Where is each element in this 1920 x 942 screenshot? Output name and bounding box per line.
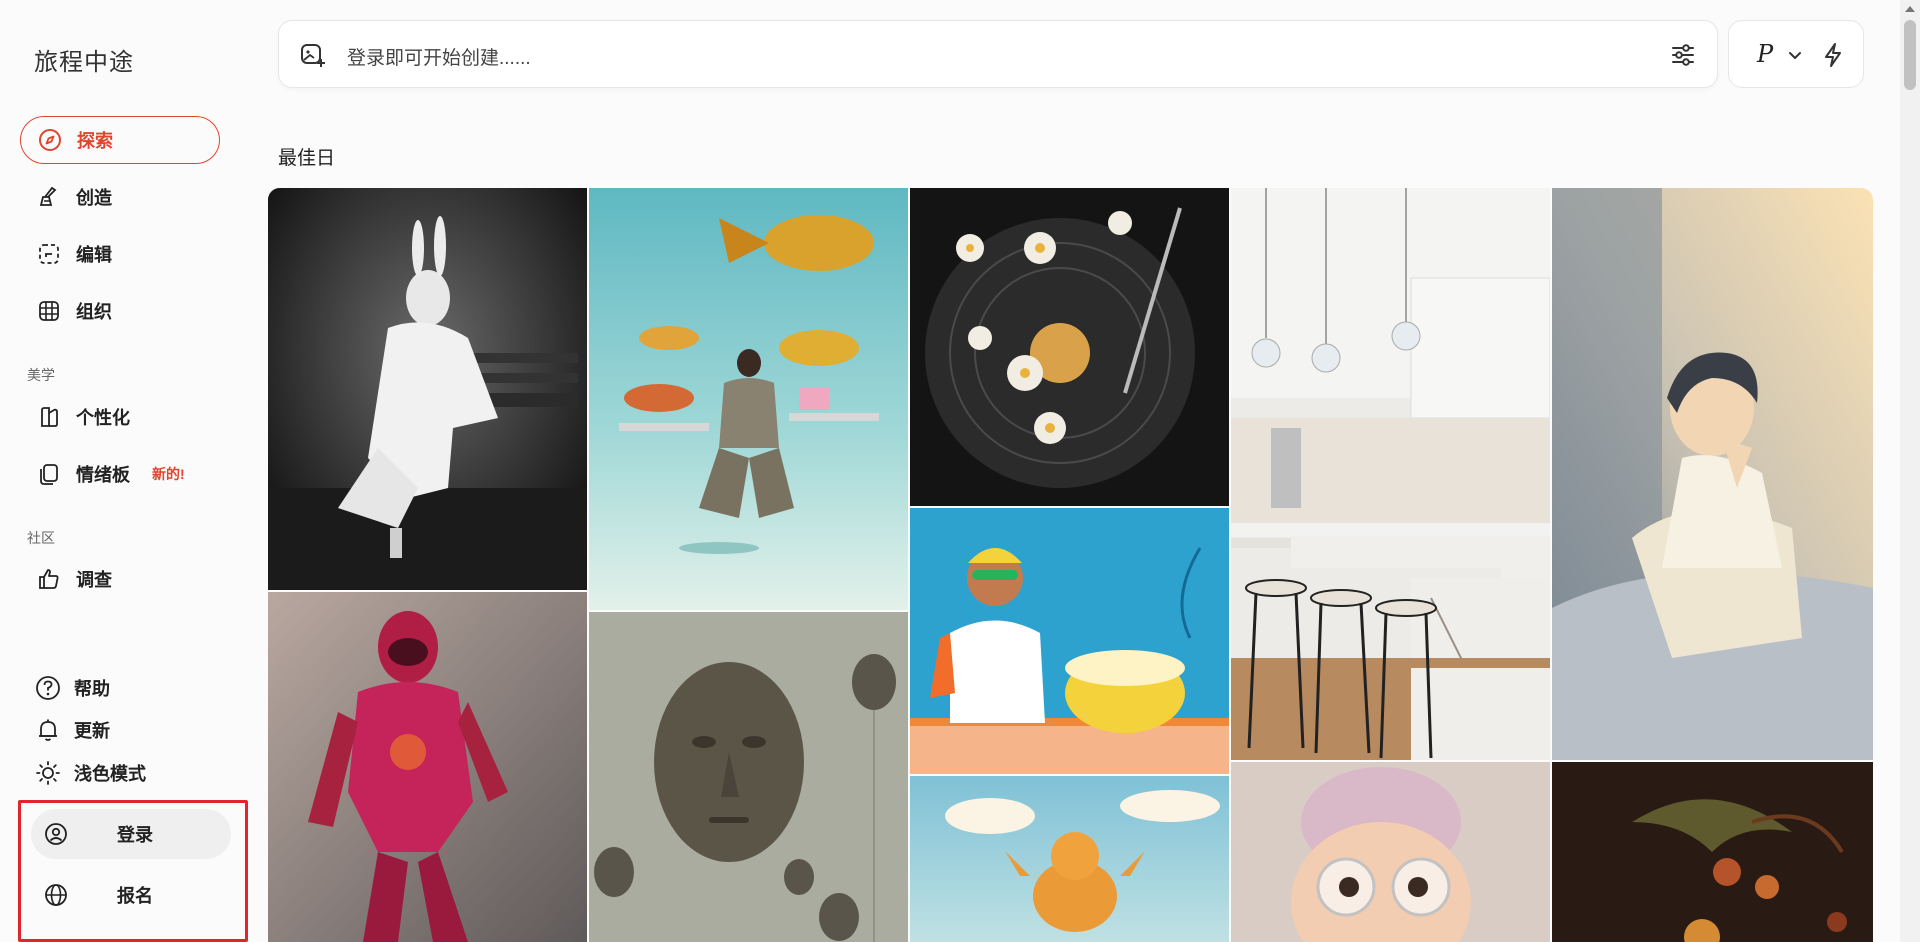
sidebar: 旅程中途 探索 创造 编辑 组织 美学 个性化 情绪板 新的! 社区 调查 帮助… [0,0,248,942]
personalize-icon [36,404,62,430]
login-label: 登录 [117,825,153,845]
chevron-down-icon[interactable] [1787,47,1803,63]
login-button[interactable]: 登录 [31,809,231,859]
gallery-image[interactable] [589,188,908,610]
help-icon [34,674,62,702]
section-heading: 最佳日 [278,148,336,169]
brand-logo-text[interactable]: 旅程中途 [34,42,134,77]
signup-label: 报名 [117,886,153,906]
gallery-image[interactable] [589,612,908,942]
brush-icon [36,184,62,210]
nav-explore-label: 探索 [77,131,113,151]
auth-highlight-box: 登录 报名 [18,800,248,942]
compass-icon [37,127,63,153]
scroll-up-icon[interactable] [1905,6,1915,12]
mode-selector[interactable]: P [1728,20,1864,88]
section-label-aesthetics: 美学 [27,367,55,383]
theme-label: 浅色模式 [74,764,146,784]
globe-icon [43,882,69,908]
nav-survey-label: 调查 [76,570,112,590]
prompt-bar[interactable]: 登录即可开始创建...... [278,20,1718,88]
nav-edit-label: 编辑 [76,245,112,265]
moodboard-icon [36,461,62,487]
mode-letter[interactable]: P [1757,40,1773,68]
scrollbar-thumb[interactable] [1904,20,1916,90]
gallery-image[interactable] [1552,188,1873,760]
user-circle-icon [43,821,69,847]
section-label-community: 社区 [27,530,55,546]
gallery-image[interactable] [1552,762,1873,942]
theme-toggle[interactable]: 浅色模式 [34,757,146,789]
nav-edit[interactable]: 编辑 [20,230,220,278]
help-label: 帮助 [74,679,110,699]
signup-button[interactable]: 报名 [31,870,231,920]
nav-personalize[interactable]: 个性化 [20,393,220,441]
gallery-image[interactable] [268,188,587,590]
sun-icon [34,759,62,787]
grid-icon [36,298,62,324]
nav-create-label: 创造 [76,188,112,208]
image-gallery [268,188,1873,942]
gallery-image[interactable] [910,508,1229,774]
page-scrollbar[interactable] [1900,0,1920,942]
gallery-image[interactable] [910,188,1229,506]
help-link[interactable]: 帮助 [34,672,110,704]
gallery-image[interactable] [1231,762,1550,942]
nav-create[interactable]: 创造 [20,173,220,221]
nav-survey[interactable]: 调查 [20,555,220,603]
nav-moodboard[interactable]: 情绪板 新的! [20,450,220,498]
updates-link[interactable]: 更新 [34,714,110,746]
nav-organize-label: 组织 [76,302,112,322]
updates-label: 更新 [74,721,110,741]
nav-personalize-label: 个性化 [76,408,130,428]
gallery-image[interactable] [910,776,1229,942]
nav-organize[interactable]: 组织 [20,287,220,335]
nav-moodboard-label: 情绪板 [76,465,130,485]
settings-sliders-icon[interactable] [1669,41,1697,69]
gallery-image[interactable] [1231,188,1550,760]
add-image-icon[interactable] [299,41,327,69]
prompt-placeholder[interactable]: 登录即可开始创建...... [347,43,531,70]
edit-select-icon [36,241,62,267]
lightning-icon[interactable] [1819,41,1847,69]
gallery-image[interactable] [268,592,587,942]
bell-icon [34,716,62,744]
thumbs-up-icon [36,566,62,592]
nav-explore[interactable]: 探索 [20,116,220,164]
new-badge: 新的! [152,466,185,482]
